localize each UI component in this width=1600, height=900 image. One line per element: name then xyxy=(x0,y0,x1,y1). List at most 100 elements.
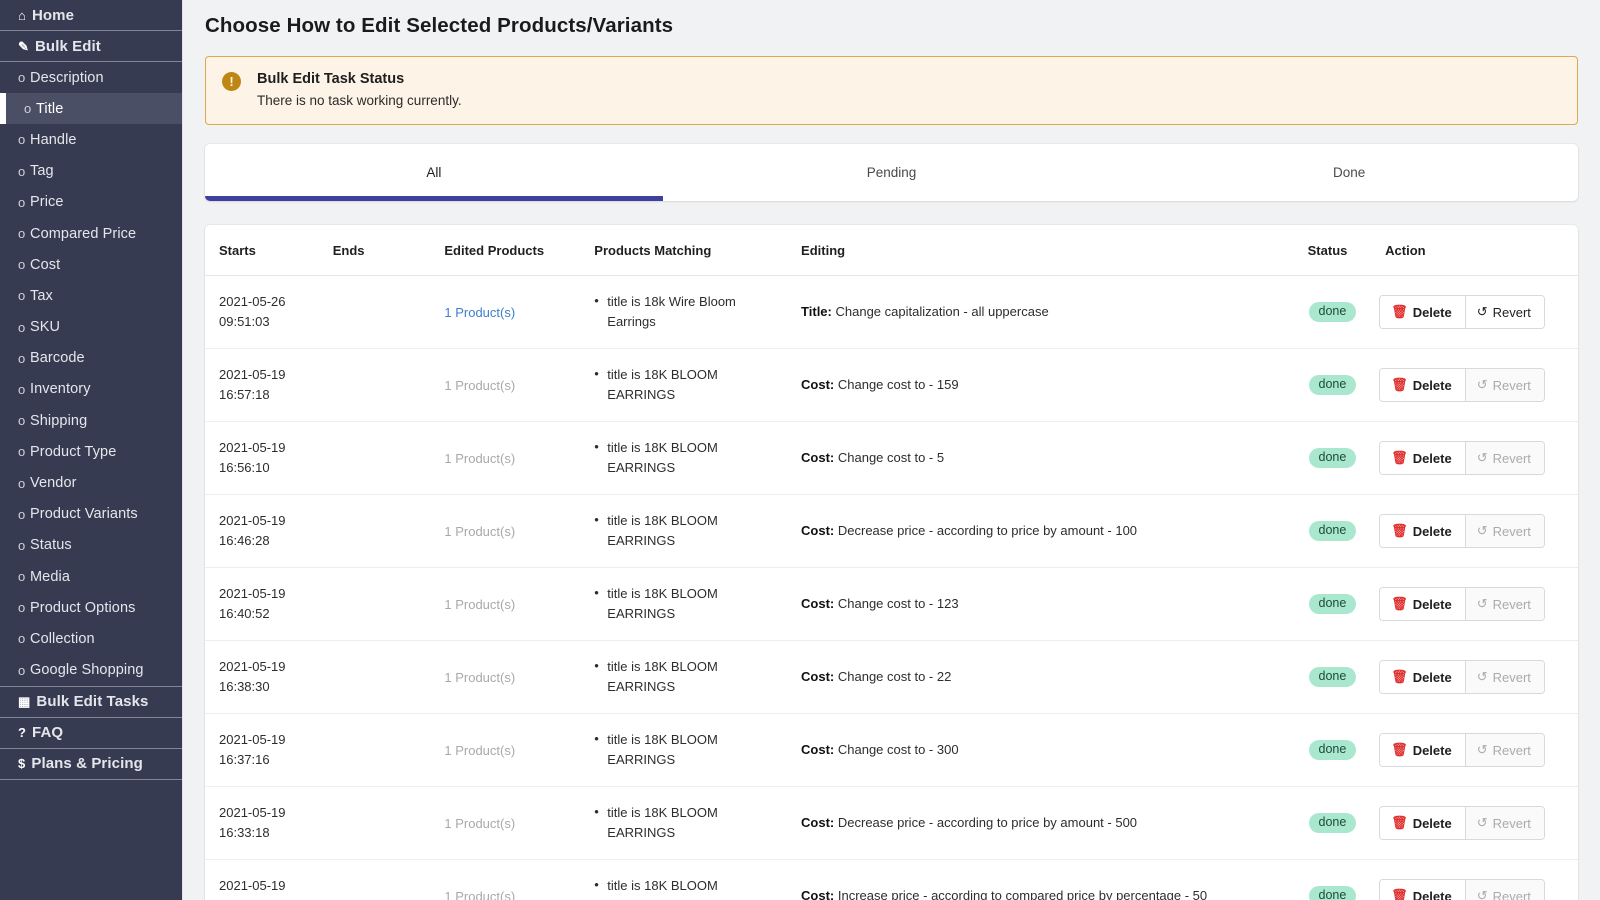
delete-button-label: Delete xyxy=(1412,742,1452,758)
bullet-icon: o xyxy=(18,506,26,522)
edited-products-link[interactable]: 1 Product(s) xyxy=(430,305,515,320)
delete-button[interactable]: 🗑 Delete xyxy=(1380,661,1466,693)
cell-starts: 2021-05-19 16:37:16 xyxy=(205,713,319,787)
sidebar-item-home[interactable]: ⌂ Home xyxy=(0,0,182,30)
matching-conditions-list: title is 18K BLOOM EARRINGS xyxy=(580,364,787,405)
action-button-group: 🗑 Delete ↺ Revert xyxy=(1379,368,1545,402)
sidebar-item-bulk-edit[interactable]: ✎ Bulk Edit xyxy=(0,31,182,61)
revert-button-label: Revert xyxy=(1492,888,1531,900)
delete-button[interactable]: 🗑 Delete xyxy=(1380,588,1466,620)
bullet-icon: o xyxy=(18,631,26,647)
cell-starts: 2021-05-19 16:40:52 xyxy=(205,567,319,641)
sidebar-item-bulk-edit-tasks[interactable]: ▦ Bulk Edit Tasks xyxy=(0,687,182,717)
tab-pending[interactable]: Pending xyxy=(663,144,1121,201)
cell-status: done xyxy=(1293,421,1372,495)
sidebar-item-plans-pricing[interactable]: $ Plans & Pricing xyxy=(0,749,182,779)
sidebar-bulk-edit-items: o Description o Title o Handle o Tag o Price o Comp… xyxy=(0,62,182,686)
sidebar-item-media[interactable]: o Media xyxy=(0,561,182,592)
sidebar-item-barcode[interactable]: o Barcode xyxy=(0,343,182,374)
revert-button[interactable]: ↺ Revert xyxy=(1465,296,1544,328)
table-body: 2021-05-26 09:51:03 1 Product(s) title is 1… xyxy=(205,275,1578,900)
column-header-action: Action xyxy=(1371,225,1578,276)
status-badge: done xyxy=(1308,813,1357,833)
sidebar-item-handle[interactable]: o Handle xyxy=(0,124,182,155)
sidebar-item-label: Handle xyxy=(30,131,77,148)
cell-editing: Cost: Change cost to - 123 xyxy=(787,567,1294,641)
sidebar-item-tax[interactable]: o Tax xyxy=(0,280,182,311)
delete-button[interactable]: 🗑 Delete xyxy=(1380,515,1466,547)
sidebar-item-status[interactable]: o Status xyxy=(0,530,182,561)
sidebar-item-label: Vendor xyxy=(30,475,77,492)
sidebar-item-product-options[interactable]: o Product Options xyxy=(0,592,182,623)
column-header-label: Products Matching xyxy=(594,243,712,258)
table-row: 2021-05-19 16:37:16 1 Product(s) title is 1… xyxy=(205,713,1578,787)
cell-status: done xyxy=(1293,640,1372,714)
sidebar-item-description[interactable]: o Description xyxy=(0,62,182,93)
bullet-icon: o xyxy=(18,257,26,273)
exclamation-circle-icon: ! xyxy=(222,72,241,91)
sidebar-item-title[interactable]: o Title xyxy=(0,93,182,125)
sidebar-item-product-variants[interactable]: o Product Variants xyxy=(0,499,182,530)
delete-button[interactable]: 🗑 Delete xyxy=(1380,369,1466,401)
editing-field: Cost: xyxy=(801,596,835,611)
start-date: 2021-05-19 xyxy=(219,586,286,601)
bullet-icon: o xyxy=(18,475,26,491)
sidebar-item-cost[interactable]: o Cost xyxy=(0,249,182,280)
cell-ends xyxy=(318,421,431,495)
matching-condition: title is 18K BLOOM EARRINGS xyxy=(594,583,787,624)
sidebar-item-label: Media xyxy=(30,568,70,585)
delete-button[interactable]: 🗑 Delete xyxy=(1380,734,1466,766)
revert-button-label: Revert xyxy=(1492,742,1531,758)
sidebar-item-label: Product Variants xyxy=(30,506,138,523)
cell-action: 🗑 Delete ↺ Revert xyxy=(1371,640,1578,714)
edited-products-link: 1 Product(s) xyxy=(444,669,516,685)
tab-all[interactable]: All xyxy=(205,144,663,201)
sidebar-item-compared-price[interactable]: o Compared Price xyxy=(0,218,182,249)
undo-icon: ↺ xyxy=(1476,304,1488,319)
revert-button: ↺ Revert xyxy=(1465,369,1544,401)
editing-field: Title: xyxy=(801,304,832,319)
sidebar-item-google-shopping[interactable]: o Google Shopping xyxy=(0,655,182,686)
sidebar-item-price[interactable]: o Price xyxy=(0,187,182,218)
cell-action: 🗑 Delete ↺ Revert xyxy=(1371,786,1578,860)
undo-icon: ↺ xyxy=(1476,669,1488,684)
status-badge: done xyxy=(1308,375,1357,395)
revert-button-label: Revert xyxy=(1492,450,1531,466)
matching-condition: title is 18K BLOOM EARRINGS xyxy=(594,802,787,843)
cell-ends xyxy=(319,860,431,900)
delete-button[interactable]: 🗑 Delete xyxy=(1380,296,1466,328)
cell-action: 🗑 Delete ↺ Revert xyxy=(1371,567,1578,641)
sidebar-item-shipping[interactable]: o Shipping xyxy=(0,405,182,436)
bullet-icon: o xyxy=(18,319,26,335)
status-badge: done xyxy=(1308,886,1357,900)
bullet-icon: o xyxy=(18,381,26,397)
trash-icon: 🗑 xyxy=(1391,450,1408,465)
table-row: 2021-05-19 16:32:25 1 Product(s) title is 1… xyxy=(205,860,1578,900)
undo-icon: ↺ xyxy=(1476,596,1488,611)
sidebar-item-collection[interactable]: o Collection xyxy=(0,623,182,654)
sidebar-item-product-type[interactable]: o Product Type xyxy=(0,436,182,467)
delete-button[interactable]: 🗑 Delete xyxy=(1380,807,1466,839)
delete-button[interactable]: 🗑 Delete xyxy=(1380,880,1466,900)
status-badge: done xyxy=(1308,740,1357,760)
cell-products-matching: title is 18K BLOOM EARRINGS xyxy=(580,567,788,641)
table-row: 2021-05-19 16:56:10 1 Product(s) title is 1… xyxy=(205,421,1578,495)
undo-icon: ↺ xyxy=(1476,742,1488,757)
sidebar-item-sku[interactable]: o SKU xyxy=(0,312,182,343)
bullet-icon: o xyxy=(18,350,26,366)
delete-button-label: Delete xyxy=(1412,596,1452,612)
action-button-group: 🗑 Delete ↺ Revert xyxy=(1379,660,1545,694)
sidebar-item-vendor[interactable]: o Vendor xyxy=(0,467,182,498)
page-title: Choose How to Edit Selected Products/Var… xyxy=(205,14,674,37)
tab-done[interactable]: Done xyxy=(1120,144,1578,201)
cell-action: 🗑 Delete ↺ Revert xyxy=(1371,348,1578,422)
edit-square-icon: ✎ xyxy=(18,38,29,54)
sidebar-item-label: Bulk Edit xyxy=(35,37,101,55)
sidebar-item-tag[interactable]: o Tag xyxy=(0,156,182,187)
cell-status: done xyxy=(1293,275,1372,349)
sidebar-item-faq[interactable]: ? FAQ xyxy=(0,718,182,748)
sidebar-item-label: Home xyxy=(31,6,75,24)
revert-button: ↺ Revert xyxy=(1465,734,1544,766)
delete-button[interactable]: 🗑 Delete xyxy=(1380,442,1466,474)
sidebar-item-inventory[interactable]: o Inventory xyxy=(0,374,182,405)
